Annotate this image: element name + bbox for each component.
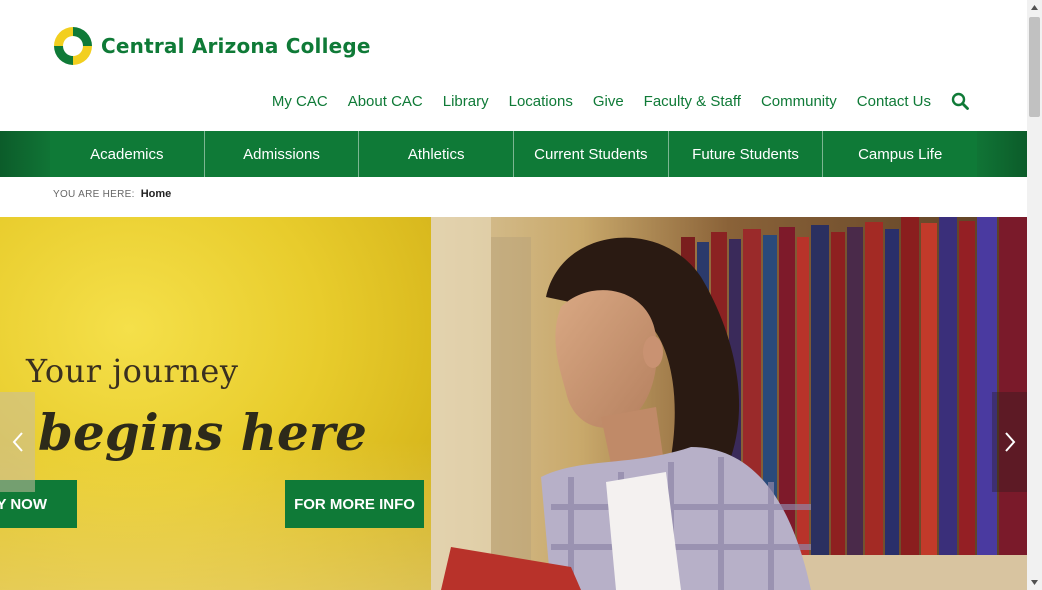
slider-prev-button[interactable] xyxy=(0,392,35,492)
utility-nav: My CAC About CAC Library Locations Give … xyxy=(252,92,969,110)
scroll-thumb[interactable] xyxy=(1029,17,1040,117)
scroll-up-icon[interactable] xyxy=(1027,0,1042,15)
nav-item-admissions[interactable]: Admissions xyxy=(205,131,360,177)
breadcrumb: YOU ARE HERE: Home xyxy=(53,188,171,200)
site-header: Central Arizona College My CAC About CAC… xyxy=(0,0,1027,131)
nav-item-campus-life[interactable]: Campus Life xyxy=(823,131,977,177)
more-info-button[interactable]: FOR MORE INFO xyxy=(285,480,424,528)
slider-next-button[interactable] xyxy=(992,392,1027,492)
page-scrollbar[interactable] xyxy=(1027,0,1042,590)
breadcrumb-home[interactable]: Home xyxy=(141,188,172,200)
utility-link-about-cac[interactable]: About CAC xyxy=(348,93,423,110)
utility-link-library[interactable]: Library xyxy=(443,93,489,110)
utility-link-contact-us[interactable]: Contact Us xyxy=(857,93,931,110)
hero-slider: Your journey begins here APPLY NOW FOR M… xyxy=(0,217,1027,590)
chevron-right-icon xyxy=(1004,432,1015,452)
utility-link-community[interactable]: Community xyxy=(761,93,837,110)
main-nav: Academics Admissions Athletics Current S… xyxy=(50,131,977,177)
apply-now-label: APPLY NOW xyxy=(0,495,47,513)
college-name: Central Arizona College xyxy=(101,34,371,58)
nav-item-current-students[interactable]: Current Students xyxy=(514,131,669,177)
hero-photo xyxy=(431,217,1027,590)
nav-item-academics[interactable]: Academics xyxy=(50,131,205,177)
logo[interactable]: Central Arizona College xyxy=(52,25,371,67)
hero-headline-line2: begins here xyxy=(38,403,367,462)
hero-headline-line1: Your journey xyxy=(26,352,239,390)
chevron-left-icon xyxy=(12,432,23,452)
breadcrumb-label: YOU ARE HERE: xyxy=(53,188,135,200)
college-logo-icon xyxy=(54,27,92,65)
scroll-down-icon[interactable] xyxy=(1027,575,1042,590)
nav-item-future-students[interactable]: Future Students xyxy=(669,131,824,177)
utility-link-locations[interactable]: Locations xyxy=(509,93,573,110)
nav-item-athletics[interactable]: Athletics xyxy=(359,131,515,177)
utility-link-faculty-staff[interactable]: Faculty & Staff xyxy=(644,93,741,110)
utility-link-give[interactable]: Give xyxy=(593,93,624,110)
utility-link-my-cac[interactable]: My CAC xyxy=(272,93,328,110)
search-icon[interactable] xyxy=(951,92,969,110)
